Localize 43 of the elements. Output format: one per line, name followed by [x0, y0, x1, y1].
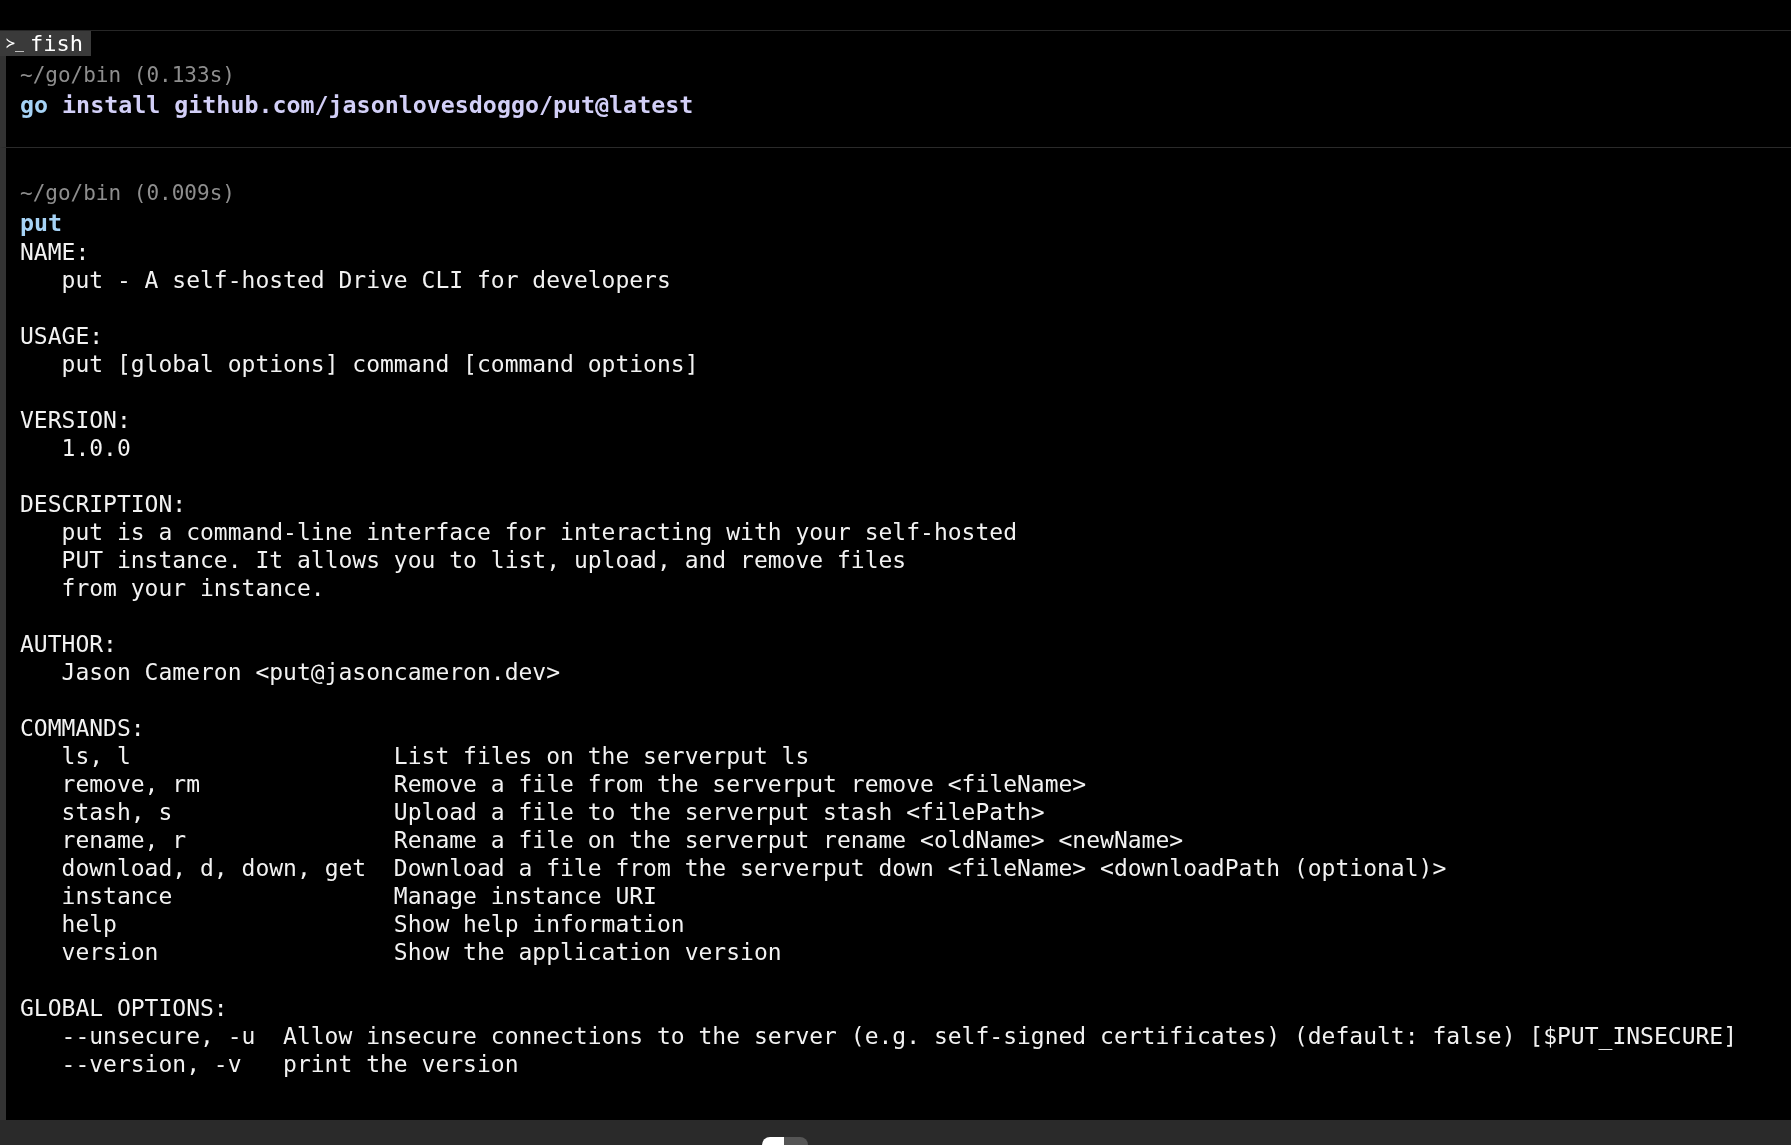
- output-line: PUT instance. It allows you to list, upload, and remove files: [60, 546, 908, 574]
- toggle-switch[interactable]: [762, 1137, 808, 1145]
- tab-label: fish: [30, 31, 84, 56]
- option-description: Download a file from the serverput down <fileName> <downloadPath (optional)>: [393, 854, 1447, 882]
- output-line: Jason Cameron <put@jasoncameron.dev>: [60, 658, 562, 686]
- option-name: remove, rm: [61, 770, 201, 798]
- option-description: Remove a file from the serverput remove <fileName>: [393, 770, 1087, 798]
- option-name: instance: [61, 882, 174, 910]
- option-name: rename, r: [61, 826, 188, 854]
- prompt-path: ~/go/bin (0.009s): [20, 180, 236, 207]
- option-name: --unsecure, -u: [61, 1022, 257, 1050]
- command-name: put: [20, 209, 63, 236]
- output-line: put - A self-hosted Drive CLI for developers: [60, 266, 672, 294]
- section-heading: GLOBAL OPTIONS:: [20, 994, 229, 1022]
- option-description: print the version: [283, 1050, 519, 1078]
- option-name: version: [61, 938, 160, 966]
- output-line: put is a command-line interface for interacting with your self-hosted: [60, 518, 1018, 546]
- command-arguments: install github.com/jasonlovesdoggo/put@latest: [62, 91, 694, 118]
- option-description: Show help information: [393, 910, 685, 938]
- option-description: Upload a file to the serverput stash <filePath>: [393, 798, 1045, 826]
- section-heading: VERSION:: [20, 406, 132, 434]
- section-heading: AUTHOR:: [20, 630, 118, 658]
- option-description: Show the application version: [393, 938, 782, 966]
- output-line: put [global options] command [command options]: [60, 350, 700, 378]
- option-description: Manage instance URI: [393, 882, 657, 910]
- option-name: help: [61, 910, 118, 938]
- command-name: go: [20, 91, 49, 118]
- section-heading: DESCRIPTION:: [20, 490, 188, 518]
- option-name: ls, l: [61, 742, 132, 770]
- option-name: --version, -v: [61, 1050, 243, 1078]
- section-heading: NAME:: [20, 238, 91, 266]
- option-description: Allow insecure connections to the server (e.g. self-signed certificates) (default: false) [$PUT_INSECURE]: [283, 1022, 1738, 1050]
- output-line: from your instance.: [60, 574, 326, 602]
- output-line: 1.0.0: [60, 434, 132, 462]
- option-description: List files on the serverput ls: [393, 742, 810, 770]
- option-description: Rename a file on the serverput rename <oldName> <newName>: [393, 826, 1184, 854]
- terminal-icon: ≻_: [6, 31, 25, 56]
- option-name: download, d, down, get: [61, 854, 368, 882]
- terminal-tab[interactable]: ≻_ fish: [0, 31, 92, 56]
- section-heading: USAGE:: [20, 322, 105, 350]
- prompt-path: ~/go/bin (0.133s): [20, 62, 236, 89]
- section-heading: COMMANDS:: [20, 714, 146, 742]
- option-name: stash, s: [61, 798, 174, 826]
